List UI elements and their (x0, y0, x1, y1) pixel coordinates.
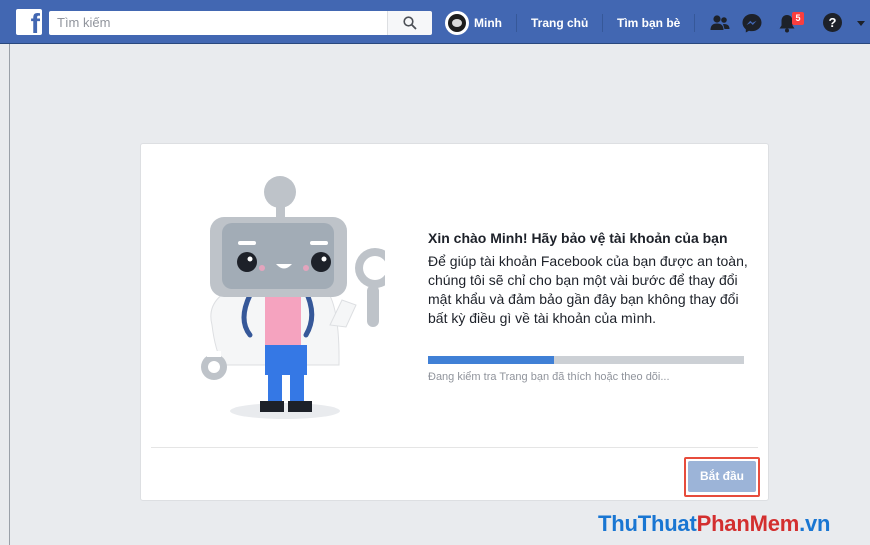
progress-bar (428, 356, 744, 364)
friend-requests-icon[interactable] (709, 12, 731, 34)
search-icon (403, 16, 417, 30)
card-heading: Xin chào Minh! Hãy bảo vệ tài khoản của … (428, 230, 728, 246)
nav-separator (602, 14, 603, 32)
search-input[interactable]: Tìm kiếm (49, 11, 387, 35)
account-menu-caret-icon[interactable] (857, 21, 865, 26)
help-icon[interactable]: ? (823, 13, 842, 32)
watermark-part-1: ThuThuat (598, 511, 697, 536)
watermark-part-2: PhanMem (696, 511, 800, 536)
home-link[interactable]: Trang chủ (531, 11, 588, 35)
robot-doctor-illustration (201, 176, 385, 419)
messenger-icon[interactable] (741, 12, 763, 34)
top-navigation-bar: f Tìm kiếm Minh Trang chủ Tìm bạn bè 5 ? (0, 0, 870, 44)
nav-separator (516, 14, 517, 32)
progress-status-text: Đang kiểm tra Trang bạn đã thích hoặc th… (428, 371, 670, 383)
profile-link[interactable]: Minh (445, 11, 502, 35)
card-description: Để giúp tài khoản Facebook của bạn được … (428, 253, 748, 326)
watermark-part-3: .vn (799, 511, 831, 536)
card-divider (151, 447, 758, 448)
find-friends-link[interactable]: Tìm bạn bè (617, 11, 680, 35)
notification-count-badge: 5 (792, 12, 804, 25)
avatar (445, 11, 469, 35)
profile-name: Minh (474, 16, 502, 30)
watermark: ThuThuatPhanMem.vn (598, 511, 830, 537)
search-button[interactable] (387, 11, 432, 35)
page-edge-line (9, 44, 10, 545)
nav-separator (694, 14, 695, 32)
facebook-logo-icon[interactable]: f (16, 9, 42, 35)
progress-fill (428, 356, 555, 364)
start-button[interactable]: Bắt đầu (688, 461, 756, 492)
